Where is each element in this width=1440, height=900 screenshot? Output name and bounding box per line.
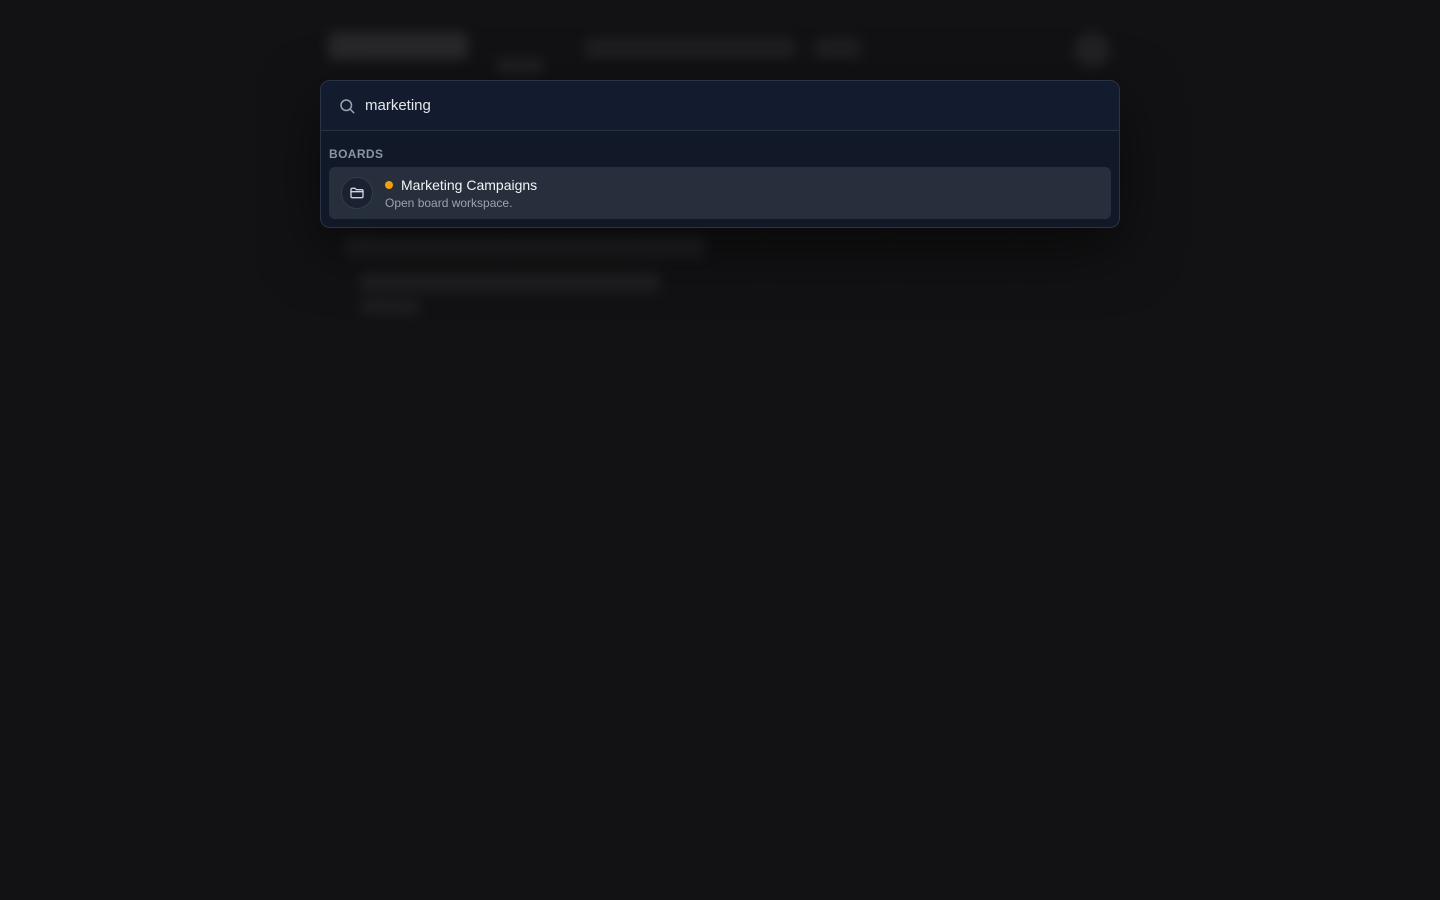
background-row bbox=[360, 272, 660, 292]
search-input[interactable] bbox=[365, 97, 1103, 114]
status-dot bbox=[385, 180, 393, 189]
background-nav bbox=[585, 38, 795, 58]
background-header bbox=[320, 20, 1120, 76]
result-item-marketing-campaigns[interactable]: Marketing Campaigns Open board workspace… bbox=[329, 167, 1111, 219]
background-logo bbox=[328, 32, 468, 60]
background-nav-item bbox=[815, 38, 860, 58]
folder-icon bbox=[341, 177, 373, 209]
search-bar bbox=[321, 81, 1119, 131]
result-subtitle: Open board workspace. bbox=[385, 195, 513, 210]
result-title: Marketing Campaigns bbox=[401, 176, 538, 193]
background-avatar bbox=[1074, 32, 1110, 68]
background-pill bbox=[495, 58, 545, 74]
result-title-row: Marketing Campaigns bbox=[385, 177, 537, 193]
background-row bbox=[360, 300, 420, 314]
result-text: Marketing Campaigns Open board workspace… bbox=[385, 177, 537, 210]
section-label-boards: BOARDS bbox=[329, 147, 384, 161]
command-palette: BOARDS Marketing Campaigns Open board wo… bbox=[320, 80, 1120, 228]
background-row bbox=[345, 235, 705, 257]
search-icon bbox=[337, 96, 357, 116]
